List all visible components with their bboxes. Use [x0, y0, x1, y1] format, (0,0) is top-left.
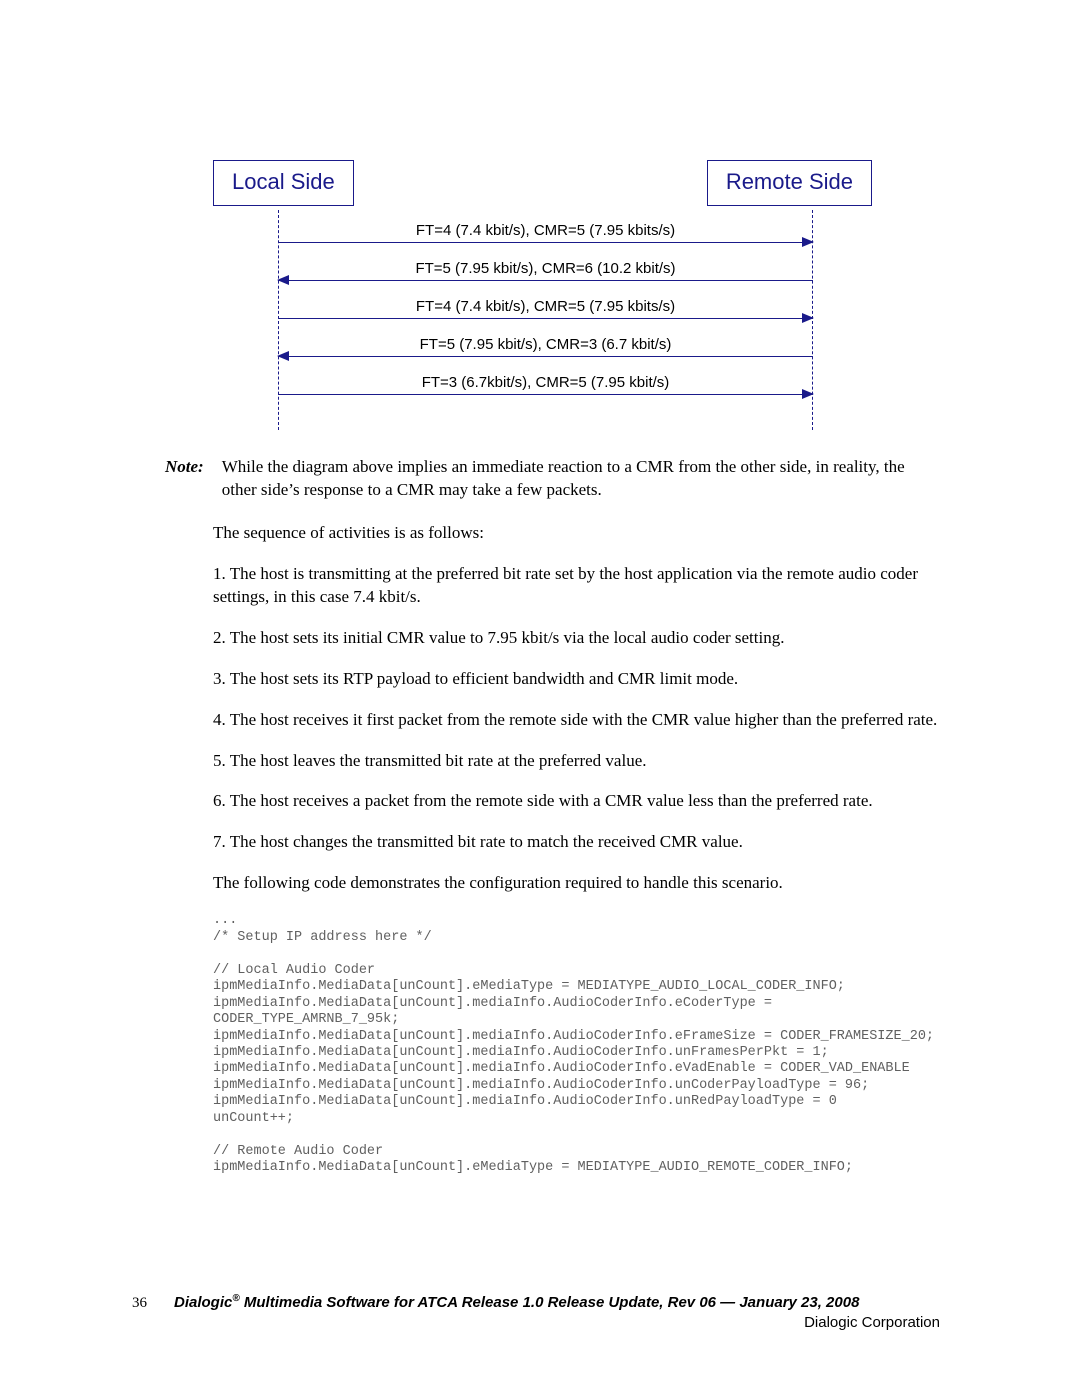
- diagram-row-label: FT=5 (7.95 kbit/s), CMR=3 (6.7 kbit/s): [278, 336, 813, 353]
- diagram-row: FT=3 (6.7kbit/s), CMR=5 (7.95 kbit/s): [278, 374, 813, 395]
- note-text: While the diagram above implies an immed…: [222, 456, 940, 502]
- diagram-row-label: FT=4 (7.4 kbit/s), CMR=5 (7.95 kbits/s): [278, 222, 813, 239]
- paragraph: 1. The host is transmitting at the prefe…: [213, 563, 940, 609]
- arrow-right-icon: [802, 237, 814, 247]
- diagram-row-label: FT=4 (7.4 kbit/s), CMR=5 (7.95 kbits/s): [278, 298, 813, 315]
- paragraph: The following code demonstrates the conf…: [213, 872, 940, 895]
- diagram-row: FT=4 (7.4 kbit/s), CMR=5 (7.95 kbits/s): [278, 222, 813, 243]
- local-side-box: Local Side: [213, 160, 354, 206]
- paragraph: The sequence of activities is as follows…: [213, 522, 940, 545]
- body-text: The sequence of activities is as follows…: [213, 522, 940, 895]
- note-label: Note:: [165, 456, 204, 502]
- paragraph: 4. The host receives it first packet fro…: [213, 709, 940, 732]
- paragraph: 2. The host sets its initial CMR value t…: [213, 627, 940, 650]
- diagram-row-label: FT=5 (7.95 kbit/s), CMR=6 (10.2 kbit/s): [278, 260, 813, 277]
- arrow-right-icon: [802, 313, 814, 323]
- registered-icon: ®: [232, 1293, 239, 1304]
- note-block: Note: While the diagram above implies an…: [165, 456, 940, 502]
- diagram-row: FT=4 (7.4 kbit/s), CMR=5 (7.95 kbits/s): [278, 298, 813, 319]
- paragraph: 7. The host changes the transmitted bit …: [213, 831, 940, 854]
- paragraph: 6. The host receives a packet from the r…: [213, 790, 940, 813]
- diagram-row-label: FT=3 (6.7kbit/s), CMR=5 (7.95 kbit/s): [278, 374, 813, 391]
- local-lifeline: [278, 210, 279, 430]
- sequence-diagram: Local Side Remote Side FT=4 (7.4 kbit/s)…: [213, 160, 940, 430]
- arrow-left-icon: [277, 275, 289, 285]
- footer-title-prefix: Dialogic: [174, 1294, 232, 1311]
- code-block: ... /* Setup IP address here */ // Local…: [213, 913, 940, 1177]
- page-number: 36: [132, 1295, 174, 1312]
- paragraph: 5. The host leaves the transmitted bit r…: [213, 750, 940, 773]
- arrow-right-icon: [802, 389, 814, 399]
- footer-company: Dialogic Corporation: [132, 1314, 940, 1331]
- paragraph: 3. The host sets its RTP payload to effi…: [213, 668, 940, 691]
- footer-title: Multimedia Software for ATCA Release 1.0…: [240, 1294, 860, 1311]
- diagram-row: FT=5 (7.95 kbit/s), CMR=3 (6.7 kbit/s): [278, 336, 813, 357]
- arrow-left-icon: [277, 351, 289, 361]
- page-footer: 36Dialogic® Multimedia Software for ATCA…: [132, 1293, 940, 1331]
- diagram-row: FT=5 (7.95 kbit/s), CMR=6 (10.2 kbit/s): [278, 260, 813, 281]
- remote-side-box: Remote Side: [707, 160, 872, 206]
